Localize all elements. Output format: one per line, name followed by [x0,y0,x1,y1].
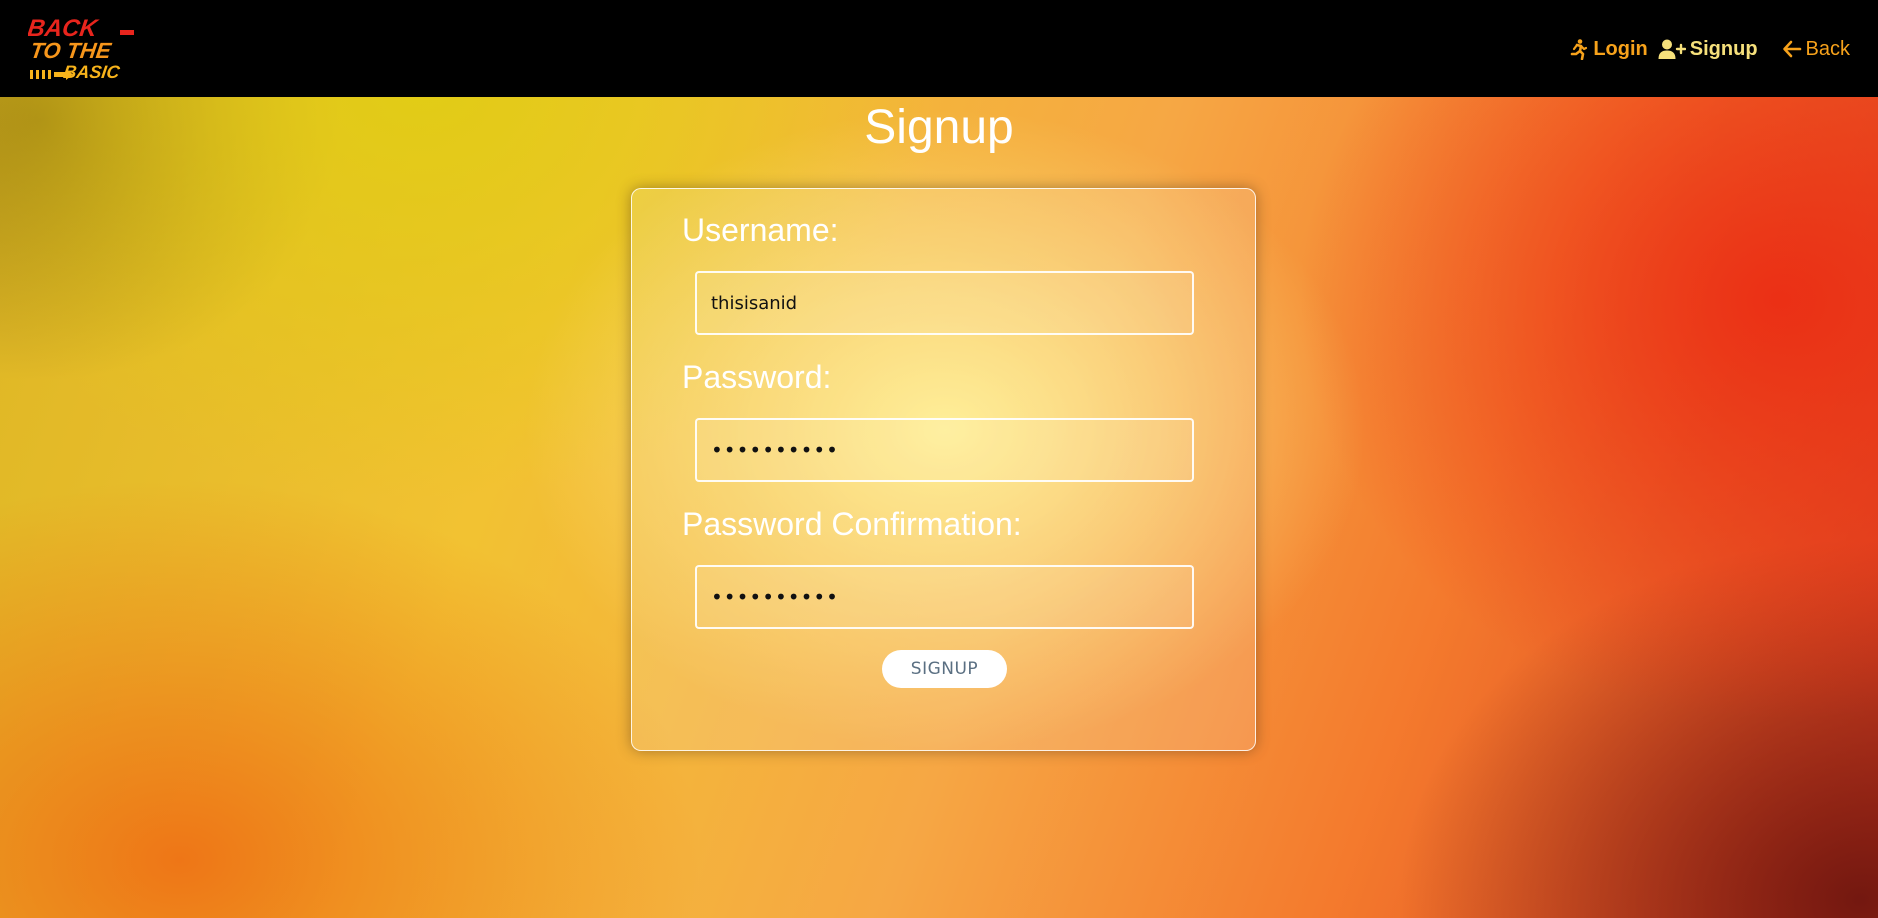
nav-signup-link[interactable]: Signup [1658,38,1758,61]
logo-text-basic: BASIC [62,62,122,82]
signup-submit-button[interactable]: SIGNUP [882,650,1007,688]
top-navbar: BACK TO THE BASIC Login Signup Back [0,0,1878,97]
user-plus-icon [1658,39,1686,59]
nav-login-link[interactable]: Login [1567,37,1648,61]
password-label: Password: [682,359,832,395]
nav-back-link[interactable]: Back [1782,38,1850,61]
signup-form-card: Username: thisisanid Password: •••••••••… [631,188,1256,751]
nav-back-label: Back [1805,37,1850,60]
password-confirmation-input[interactable]: •••••••••• [695,565,1194,629]
password-confirmation-value: •••••••••• [711,585,839,609]
nav-signup-label: Signup [1689,37,1758,60]
running-person-icon [1571,39,1588,60]
nav-links: Login Signup Back [1567,36,1850,62]
password-value: •••••••••• [711,438,839,462]
username-value: thisisanid [711,292,798,314]
password-confirmation-label: Password Confirmation: [682,506,1022,542]
username-label: Username: [682,212,839,248]
nav-login-label: Login [1593,37,1648,60]
page-title: Signup [864,101,1014,154]
password-input[interactable]: •••••••••• [695,418,1194,482]
logo-text-tothe: TO THE [29,38,114,63]
username-input[interactable]: thisisanid [695,271,1194,335]
arrow-left-icon [1782,40,1801,58]
site-logo[interactable]: BACK TO THE BASIC [28,12,146,84]
